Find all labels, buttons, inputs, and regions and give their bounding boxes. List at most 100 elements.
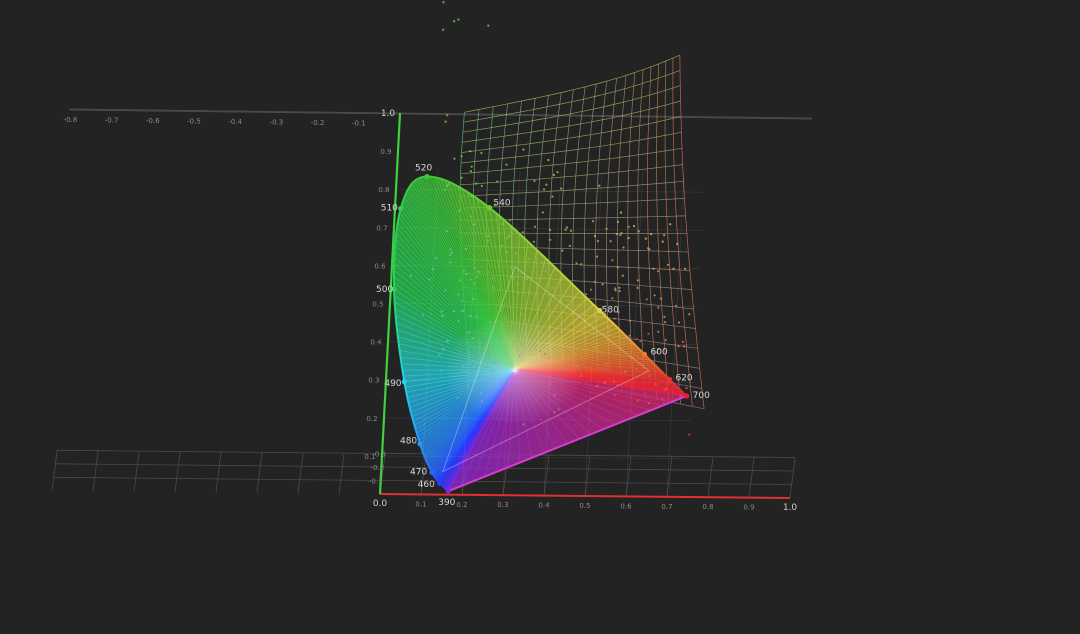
x-tick-label: 0.8 — [702, 503, 713, 511]
sample-point — [591, 220, 595, 223]
x-tick-label: 1.0 — [783, 503, 798, 513]
x-tick-label: -0.6 — [146, 117, 160, 125]
sample-point — [505, 250, 508, 253]
locus-outline-segment — [422, 454, 426, 458]
chromaticity-3d-viewport[interactable]: -0.8 -0.7 -0.6 -0.5 -0.4 -0.3 -0.2 -0.1 0.0 0.1 0.… — [0, 0, 1080, 634]
sample-point — [522, 423, 525, 426]
sample-point — [459, 279, 462, 282]
locus-outline-segment — [681, 390, 684, 394]
sample-point — [435, 257, 438, 260]
sample-point — [676, 242, 679, 245]
sample-point — [517, 283, 520, 286]
locus-outline-segment — [395, 329, 399, 337]
locus-outline-segment — [443, 487, 446, 490]
locus-outline-segment — [423, 456, 427, 460]
sample-point — [521, 231, 524, 234]
sample-point — [533, 179, 536, 183]
sample-point — [581, 338, 584, 341]
locus-outline-segment — [404, 387, 408, 393]
sample-point — [441, 314, 444, 317]
sample-point — [548, 383, 551, 386]
sample-point — [627, 237, 630, 240]
sample-point — [469, 170, 472, 173]
sample-point — [469, 314, 472, 317]
locus-outline-segment — [434, 477, 437, 479]
sample-point — [612, 380, 616, 383]
x-tick-label: 0.7 — [661, 503, 672, 511]
sample-point — [576, 364, 579, 367]
sample-point — [440, 310, 443, 313]
sample-point — [460, 176, 463, 179]
sample-point — [460, 155, 463, 158]
sample-point — [409, 274, 412, 277]
locus-outline-segment — [680, 389, 683, 393]
sample-point — [561, 249, 564, 252]
sample-point — [628, 334, 631, 337]
locus-outline-segment — [394, 308, 397, 316]
sample-point — [596, 385, 599, 388]
sample-point — [623, 340, 627, 343]
sample-point — [647, 402, 651, 405]
sample-point — [498, 336, 501, 339]
locus-outline-segment — [677, 387, 681, 390]
locus-outline-segment — [442, 485, 445, 488]
sample-point — [536, 298, 539, 301]
wavelength-marker — [486, 205, 492, 211]
sample-point — [609, 240, 612, 243]
sample-point — [648, 375, 651, 378]
sample-point — [551, 286, 554, 289]
wavelength-label: 460 — [418, 480, 435, 490]
locus-outline-segment — [658, 367, 662, 371]
sample-point — [557, 280, 560, 283]
locus-outline-segment — [428, 466, 431, 469]
grid-line — [69, 108, 812, 119]
sample-point — [605, 227, 608, 230]
locus-outline-segment — [414, 429, 418, 434]
sample-point — [507, 235, 511, 238]
sample-point — [444, 120, 447, 123]
sample-point — [449, 253, 452, 257]
y-tick-label: 0.6 — [374, 262, 386, 270]
locus-outline-segment — [671, 381, 675, 385]
locus-outline-segment — [406, 187, 410, 192]
sample-point — [492, 385, 495, 388]
sample-point — [488, 320, 492, 323]
locus-outline-segment — [411, 180, 415, 184]
grid-line — [748, 457, 755, 498]
locus-outline-segment — [440, 484, 443, 487]
locus-outline-segment — [396, 336, 400, 344]
sample-point — [650, 233, 653, 236]
wavelength-label: 600 — [651, 347, 668, 357]
wavelength-label: 540 — [493, 199, 510, 209]
sample-point — [438, 353, 441, 356]
locus-outline-segment — [398, 350, 402, 358]
locus-outline-segment — [407, 402, 411, 408]
x-tick-label: 0.9 — [743, 504, 754, 512]
sample-point — [508, 219, 511, 222]
wavelength-marker — [401, 379, 407, 385]
wavelength-label: 620 — [675, 373, 692, 383]
sample-point — [664, 338, 667, 342]
sample-point — [654, 383, 657, 386]
sample-point — [553, 411, 556, 414]
locus-outline-segment — [434, 477, 437, 480]
locus-outline-segment — [411, 416, 415, 422]
sample-point — [615, 232, 618, 236]
sample-point — [580, 374, 583, 377]
sample-point — [622, 246, 625, 249]
x-tick-label: 0.0 — [373, 499, 388, 509]
sample-point — [635, 368, 638, 371]
locus-outline-segment — [415, 177, 420, 181]
sample-point — [462, 309, 465, 312]
sample-point — [470, 215, 473, 218]
mesh-line — [460, 147, 683, 175]
grid-line — [51, 450, 58, 491]
locus-outline-segment — [401, 369, 405, 377]
locus-outline-segment — [395, 227, 398, 234]
wavelength-label: 490 — [384, 379, 401, 389]
locus-outline-segment — [678, 388, 682, 392]
sample-point — [608, 326, 611, 329]
sample-point — [666, 263, 670, 266]
mesh-line — [460, 164, 683, 186]
sample-point — [533, 225, 537, 228]
